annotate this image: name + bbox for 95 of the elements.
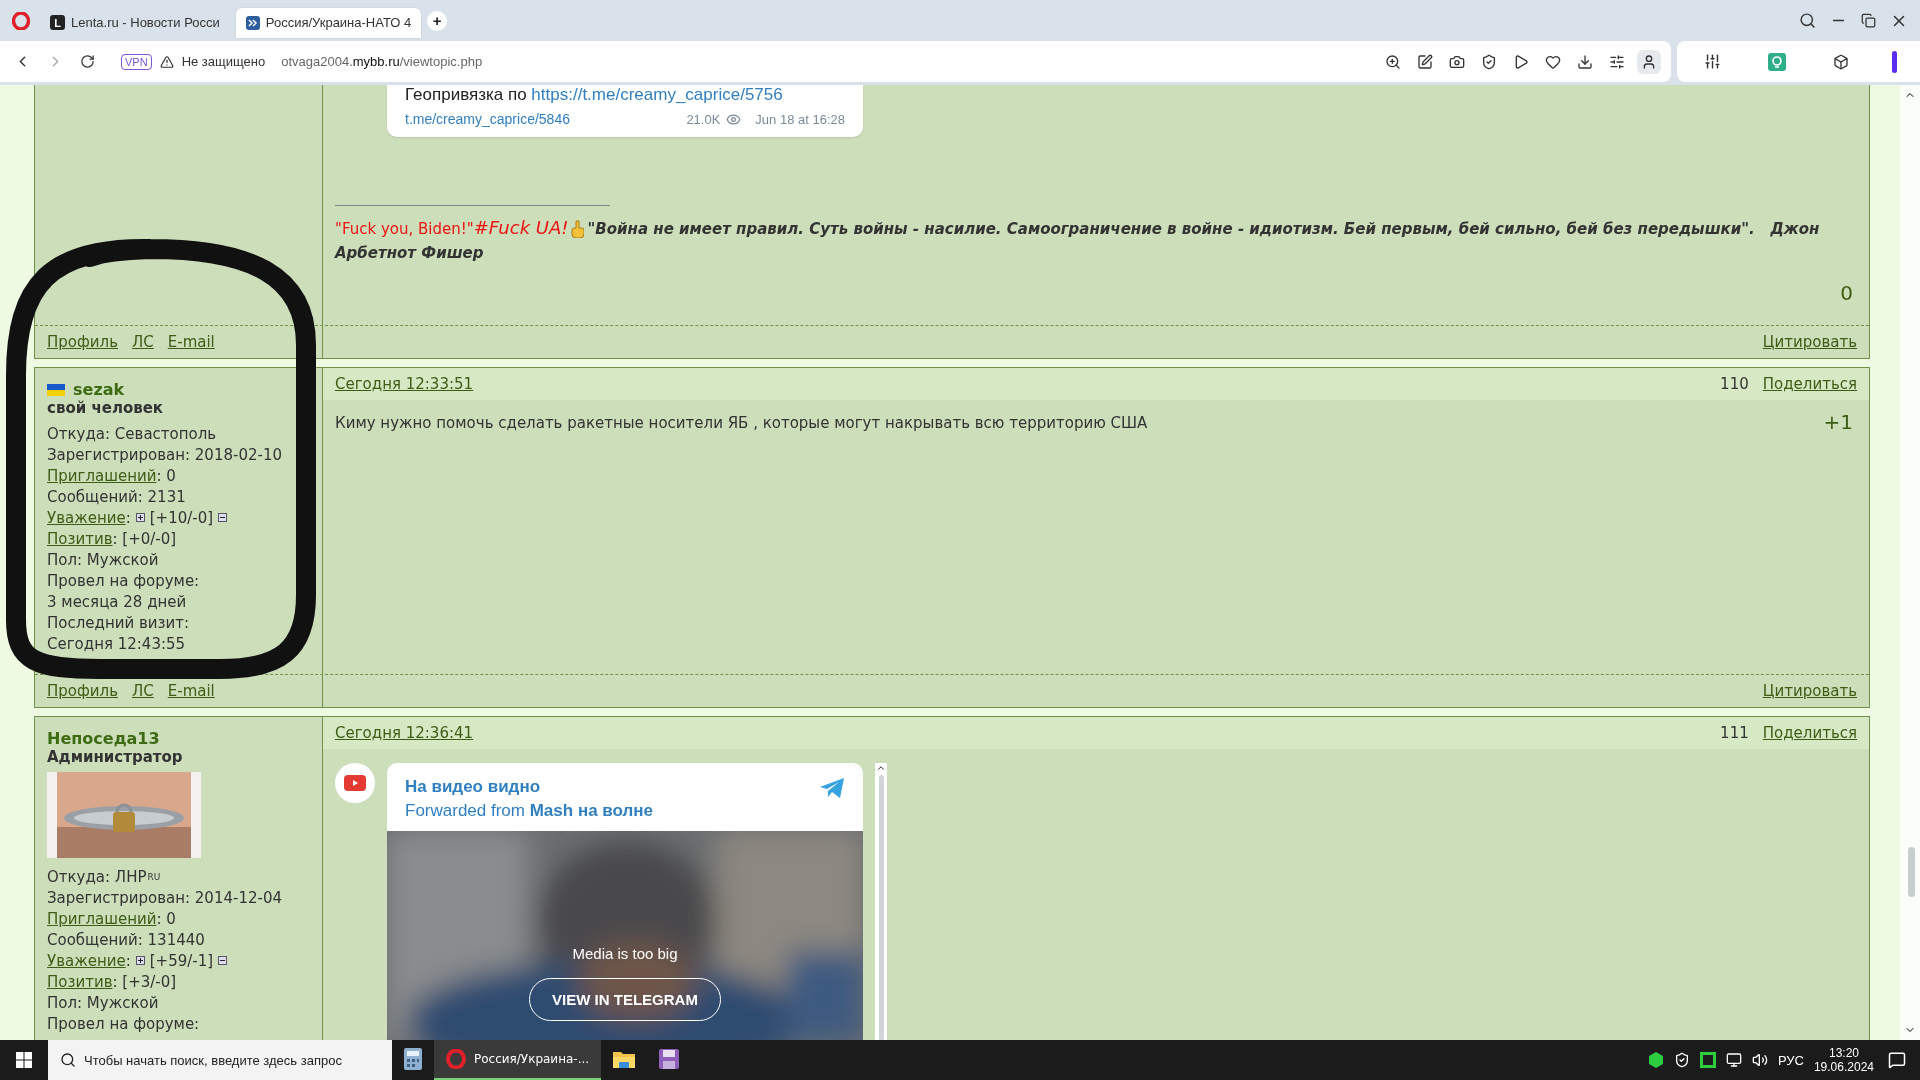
- author-rank: Администратор: [47, 748, 184, 766]
- post-time[interactable]: Сегодня 12:36:41: [335, 724, 474, 742]
- profile-info: [+59/-1]: [149, 951, 214, 970]
- windows-logo-icon: [16, 1052, 32, 1068]
- sidebar-indicator-icon: [1891, 50, 1897, 73]
- profile-info: Провел на форуме:: [47, 1014, 200, 1033]
- signature-quote: Арбетнот Фишер: [335, 243, 484, 264]
- post-rating: +1: [1823, 410, 1853, 434]
- profile-link[interactable]: Приглашений: [47, 909, 157, 928]
- calculator-icon: [404, 1048, 422, 1070]
- eye-icon: [726, 111, 742, 127]
- browser-logo-icon: [446, 1049, 466, 1069]
- profile-info: Пол: Мужской: [47, 993, 159, 1012]
- profile-link[interactable]: E-mail: [167, 682, 215, 700]
- profile-info: : [+0/-0]: [112, 529, 177, 548]
- profile-info: : [+3/-0]: [112, 972, 177, 991]
- vpn-badge[interactable]: VPN: [121, 53, 152, 70]
- taskbar-app[interactable]: Россия/Украина-...: [434, 1040, 602, 1080]
- post-text: Киму нужно помочь сделать ракетные носители ЯБ , которые могут накрывать всю территорию США: [335, 414, 1148, 432]
- profile-info: : 0: [156, 909, 176, 928]
- share-link[interactable]: Поделиться: [1762, 724, 1857, 742]
- telegram-title: На видео видно: [405, 777, 542, 797]
- language-indicator[interactable]: РУС: [1777, 1052, 1804, 1068]
- security-label: Не защищено: [181, 54, 266, 69]
- profile-info: Зарегистрирован: 2018-02-10: [47, 445, 282, 464]
- scroll-thumb[interactable]: [1908, 847, 1915, 897]
- antivirus-icon: [1647, 1052, 1664, 1068]
- profile-info: :: [125, 951, 131, 970]
- browser-tab[interactable]: Россия/Украина-НАТО 4: [235, 7, 422, 38]
- embed-scrollbar[interactable]: [875, 763, 887, 1040]
- quote-link[interactable]: Цитировать: [1762, 333, 1857, 351]
- profile-link[interactable]: E-mail: [167, 333, 215, 351]
- profile-link[interactable]: Позитив: [47, 972, 113, 991]
- quote-link[interactable]: Цитировать: [1762, 682, 1857, 700]
- post-date: Jun 18 at 16:28: [755, 111, 845, 127]
- scroll-up-icon[interactable]: [876, 763, 886, 773]
- shield-icon: [1673, 1052, 1690, 1068]
- media-note: Media is too big: [572, 945, 678, 962]
- country-mark: RU: [147, 871, 161, 882]
- post-text: Геопривязка по https://t.me/creamy_caprice/5756: [405, 85, 784, 105]
- clock-time[interactable]: 13:20: [1828, 1046, 1859, 1060]
- post-rating: 0: [1840, 281, 1853, 305]
- profile-info: Пол: Мужской: [47, 550, 159, 569]
- profile-icon[interactable]: [1637, 49, 1661, 74]
- profile-info: Сообщений: 2131: [47, 487, 186, 506]
- paper-plane-icon: [819, 777, 845, 799]
- app-tray-icon: [1699, 1052, 1716, 1068]
- profile-link[interactable]: Позитив: [47, 529, 113, 548]
- page-scrollbar[interactable]: [1900, 85, 1920, 1040]
- site-logo: L: [50, 15, 65, 30]
- profile-link[interactable]: Уважение: [47, 508, 126, 527]
- network-icon: [1725, 1052, 1742, 1068]
- volume-icon: [1751, 1052, 1768, 1068]
- site-logo-icon: [245, 15, 260, 30]
- post-time[interactable]: Сегодня 12:33:51: [335, 375, 474, 393]
- profile-link[interactable]: Уважение: [47, 951, 126, 970]
- profile-info: Последний визит:: [47, 613, 190, 632]
- hand-icon: [570, 219, 584, 238]
- profile-info: :: [125, 508, 131, 527]
- warning-icon: [159, 54, 174, 69]
- profile-info: Зарегистрирован: 2014-12-04: [47, 888, 282, 907]
- folder-icon: [613, 1050, 636, 1068]
- signature-slogan: "Fuck you, Biden!"#Fuck UA!: [335, 216, 569, 240]
- profile-info: Провел на форуме:: [47, 571, 200, 590]
- profile-info: Откуда: Севастополь: [47, 424, 217, 443]
- browser-tab[interactable]: L Lenta.ru - Новости Росси: [40, 7, 230, 38]
- author-rank: свой человек: [47, 399, 165, 417]
- flag-icon: [47, 383, 65, 396]
- forwarded-from: Forwarded from Mash на волне: [405, 801, 654, 821]
- profile-info: Откуда: ЛНР: [47, 867, 147, 886]
- clock-date[interactable]: 19.06.2024: [1813, 1060, 1874, 1074]
- search-icon: [60, 1052, 76, 1068]
- profile-link[interactable]: ЛС: [132, 682, 154, 700]
- share-link[interactable]: Поделиться: [1762, 375, 1857, 393]
- url-text[interactable]: otvaga2004.mybb.ru/viewtopic.php: [281, 54, 483, 69]
- profile-link[interactable]: Профиль: [47, 682, 118, 700]
- profile-info: 3 месяца 28 дней: [47, 592, 187, 611]
- taskbar-search-field[interactable]: Чтобы начать поиск, введите здесь запрос: [48, 1040, 392, 1080]
- signature-quote: "Война не имеет правил. Суть войны - насилие. Самоограничение в войне - идиотизм. Бей первым, бей сильно, бей без передышки". Джон: [587, 218, 1820, 240]
- telegram-link[interactable]: https://t.me/creamy_caprice/5756: [531, 85, 783, 104]
- view-count: 21.0K: [686, 111, 721, 127]
- post-number: 111: [1720, 724, 1749, 742]
- profile-link[interactable]: ЛС: [132, 333, 154, 351]
- profile-info: [+10/-0]: [149, 508, 214, 527]
- post-number: 110: [1720, 375, 1749, 393]
- new-tab-button[interactable]: +: [427, 10, 448, 31]
- profile-info: Сообщений: 131440: [47, 930, 205, 949]
- telegram-link[interactable]: t.me/creamy_caprice/5846: [405, 111, 570, 127]
- channel-avatar: [335, 763, 375, 803]
- profile-link[interactable]: Приглашений: [47, 466, 157, 485]
- profile-info: Сегодня 12:43:55: [47, 634, 186, 653]
- author-name[interactable]: sezak: [73, 380, 125, 399]
- profile-info: : 0: [156, 466, 176, 485]
- author-name[interactable]: Непоседа13: [47, 729, 160, 748]
- profile-link[interactable]: Профиль: [47, 333, 118, 351]
